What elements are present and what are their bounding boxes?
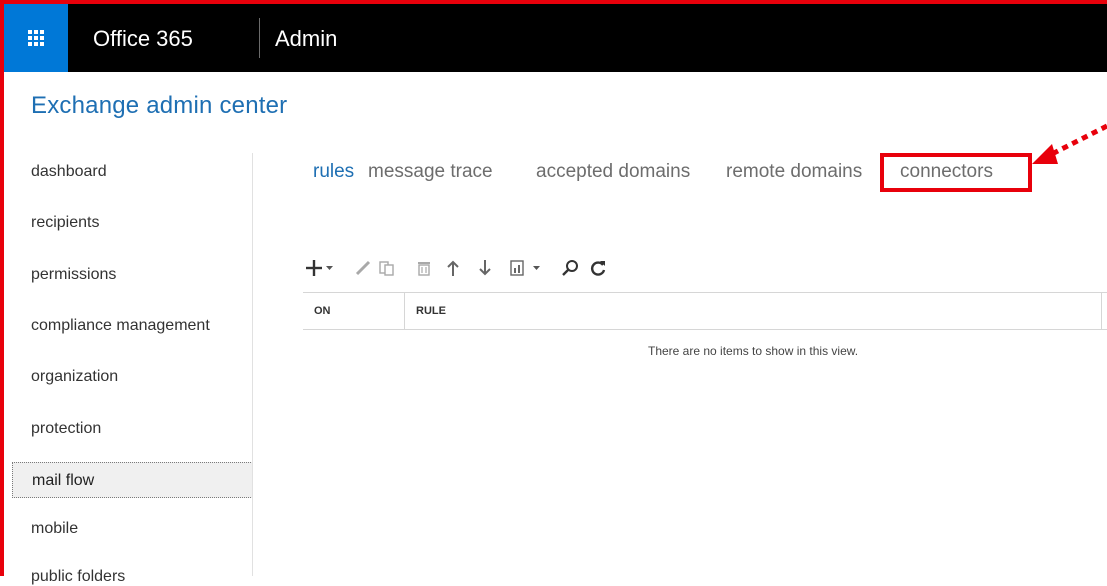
- nav-item-mobile[interactable]: mobile: [31, 520, 78, 538]
- move-up-icon[interactable]: [444, 257, 462, 279]
- product-title[interactable]: Office 365: [93, 26, 193, 52]
- nav-item-dashboard[interactable]: dashboard: [31, 163, 107, 181]
- title-divider: [259, 18, 260, 58]
- nav-item-recipients[interactable]: recipients: [31, 214, 99, 232]
- waffle-icon: [28, 30, 44, 46]
- copy-icon[interactable]: [377, 257, 397, 279]
- annotation-highlight-box: [880, 153, 1032, 192]
- tab-remote-domains[interactable]: remote domains: [726, 161, 862, 183]
- tab-accepted-domains[interactable]: accepted domains: [536, 161, 690, 183]
- tab-rules[interactable]: rules: [313, 161, 354, 183]
- tab-message-trace[interactable]: message trace: [368, 161, 493, 183]
- annotation-arrow-icon: [1032, 123, 1107, 164]
- rules-table: ON RULE: [303, 292, 1107, 330]
- search-icon[interactable]: [560, 257, 580, 279]
- add-icon[interactable]: [305, 257, 335, 279]
- column-header-rule[interactable]: RULE: [416, 305, 446, 317]
- top-bar: Office 365 Admin: [0, 0, 1107, 72]
- report-icon[interactable]: [507, 257, 547, 279]
- section-title[interactable]: Admin: [275, 26, 337, 52]
- nav-item-compliance-management[interactable]: compliance management: [31, 317, 210, 335]
- page-title: Exchange admin center: [31, 92, 288, 119]
- nav-item-protection[interactable]: protection: [31, 420, 101, 438]
- app-launcher-button[interactable]: [4, 4, 68, 72]
- nav-divider: [252, 153, 253, 576]
- column-divider: [1101, 293, 1102, 330]
- nav-item-organization[interactable]: organization: [31, 368, 118, 386]
- nav-item-permissions[interactable]: permissions: [31, 266, 116, 284]
- nav-item-public-folders[interactable]: public folders: [31, 568, 125, 586]
- empty-state-message: There are no items to show in this view.: [648, 344, 859, 358]
- column-header-on[interactable]: ON: [314, 305, 331, 317]
- edit-icon[interactable]: [353, 257, 373, 279]
- move-down-icon[interactable]: [476, 257, 494, 279]
- nav-item-mail-flow[interactable]: mail flow: [12, 462, 253, 498]
- column-divider: [404, 293, 405, 330]
- refresh-icon[interactable]: [588, 257, 608, 279]
- delete-icon[interactable]: [414, 257, 434, 279]
